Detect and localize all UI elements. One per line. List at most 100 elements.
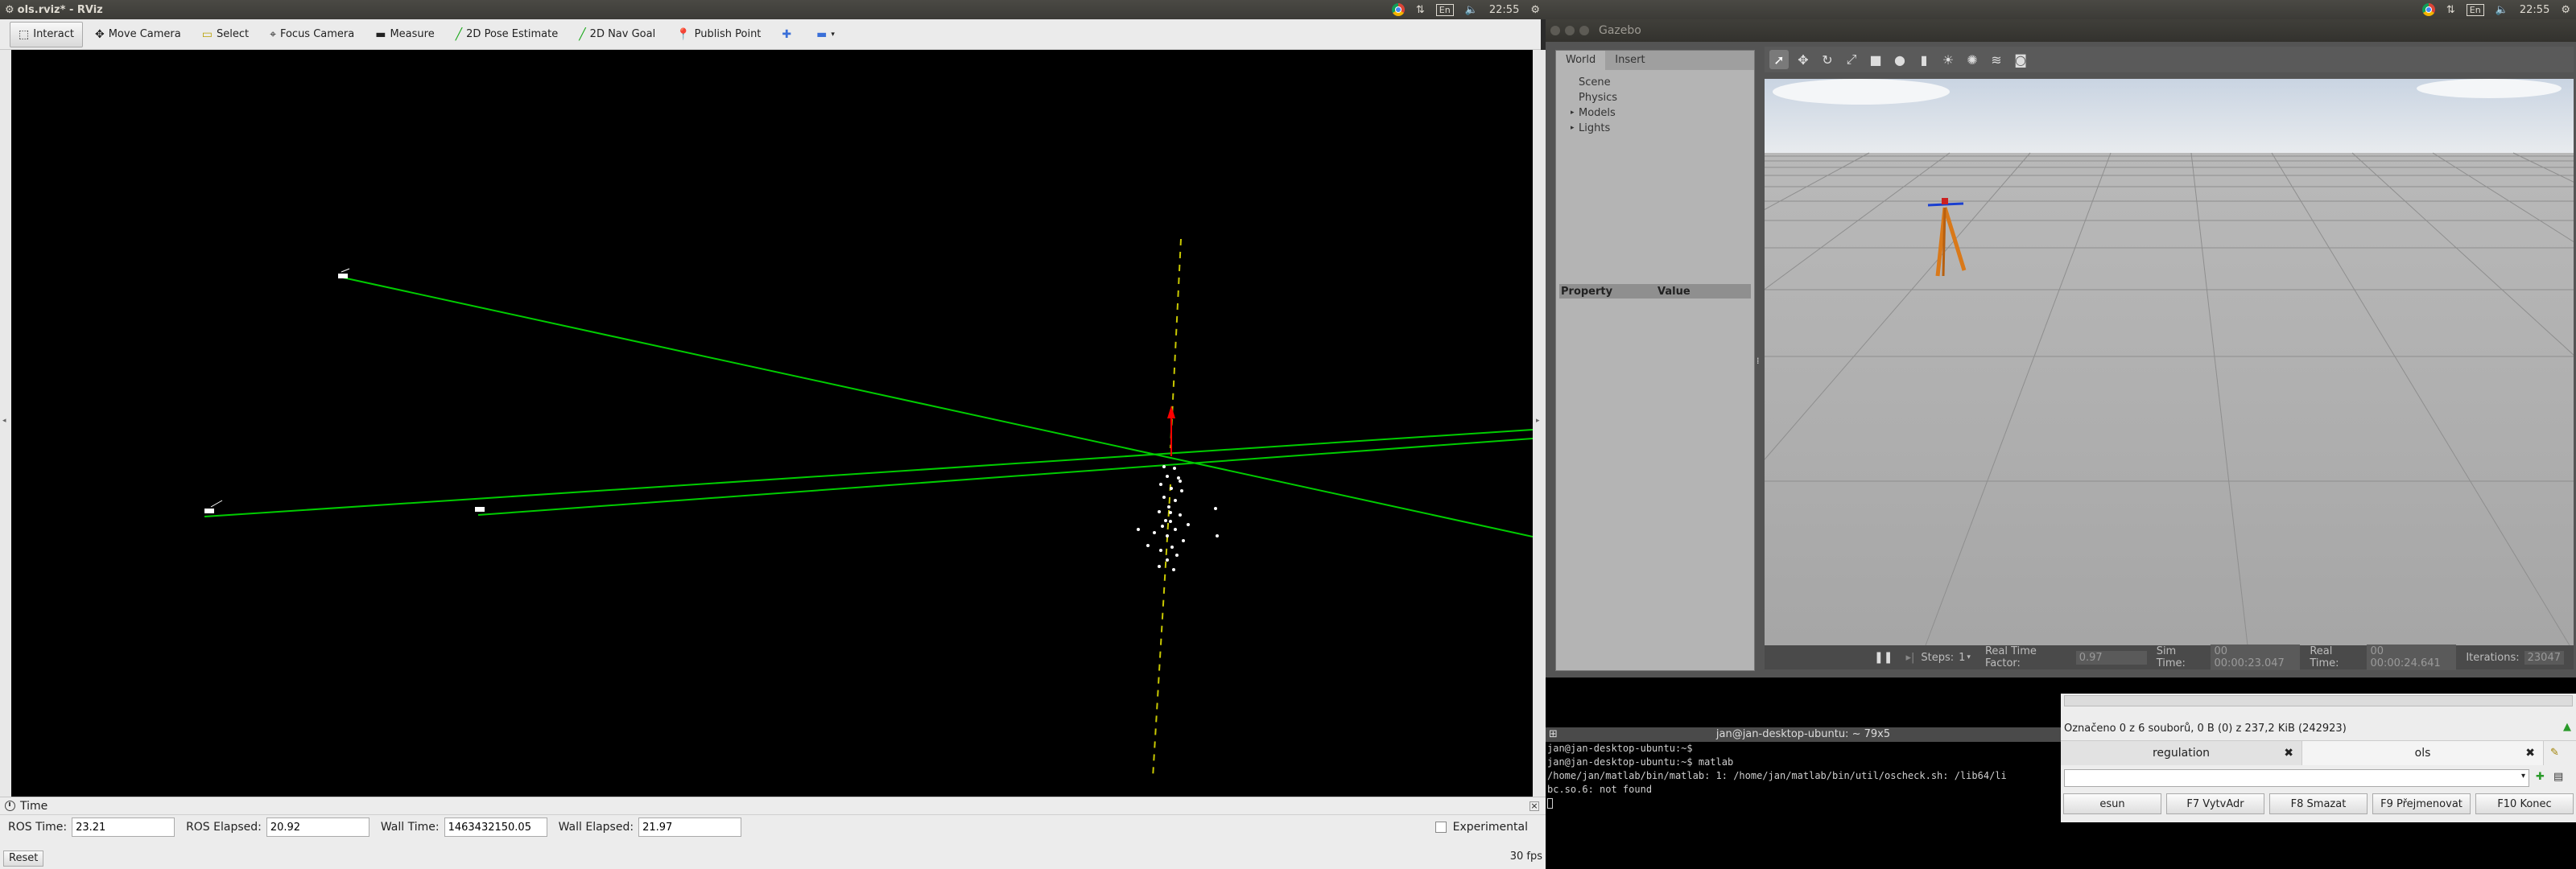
tab-world[interactable]: World bbox=[1556, 51, 1606, 70]
interact-tool-button[interactable]: ⬚ Interact bbox=[10, 21, 83, 47]
add-tool-button[interactable]: ✚ bbox=[773, 22, 804, 47]
fkey-delete-button[interactable]: F8 Smazat bbox=[2269, 793, 2368, 814]
right-dock-collapse[interactable]: ▸ bbox=[1533, 50, 1546, 798]
add-icon[interactable]: ✚ bbox=[2536, 771, 2545, 783]
maximize-window-button[interactable] bbox=[1579, 26, 1589, 35]
volume-icon[interactable]: 🔈 bbox=[1465, 4, 1478, 16]
clock[interactable]: 22:55 bbox=[2520, 4, 2549, 16]
steps-dropdown-icon[interactable]: ▾ bbox=[1967, 653, 1971, 661]
minimize-window-button[interactable] bbox=[1565, 26, 1575, 35]
select-mode-icon[interactable]: ➚ bbox=[1769, 50, 1789, 69]
spot-light-icon[interactable]: ✺ bbox=[1963, 50, 1982, 69]
volume-icon[interactable]: 🔈 bbox=[2496, 4, 2508, 16]
close-window-button[interactable] bbox=[1550, 26, 1560, 35]
clock[interactable]: 22:55 bbox=[1489, 4, 1519, 16]
terminal-output[interactable]: jan@jan-desktop-ubuntu:~$ jan@jan-desktop… bbox=[1546, 742, 2061, 869]
remove-tool-button[interactable]: ▬ ▾ bbox=[807, 22, 844, 47]
ros-elapsed-field[interactable] bbox=[266, 818, 369, 837]
horizontal-scrollbar[interactable] bbox=[2064, 695, 2573, 706]
tab-regulation[interactable]: regulation ✖ bbox=[2061, 741, 2302, 765]
tree-item-scene[interactable]: Scene bbox=[1579, 75, 1754, 90]
terminal-line: bc.so.6: not found bbox=[1547, 784, 1653, 795]
terminal-line: jan@jan-desktop-ubuntu:~$ bbox=[1547, 743, 1693, 754]
wall-time-field[interactable] bbox=[444, 818, 547, 837]
chrome-icon[interactable] bbox=[1391, 3, 1405, 16]
gazebo-toolbar: ➚ ✥ ↻ ⤢ ■ ● ▮ ☀ ✺ ≋ ◙ bbox=[1765, 47, 2574, 72]
sphere-shape-icon[interactable]: ● bbox=[1890, 50, 1909, 69]
focus-camera-icon: ⌖ bbox=[270, 27, 276, 41]
translate-mode-icon[interactable]: ✥ bbox=[1794, 50, 1813, 69]
measure-tool-button[interactable]: ▬ Measure bbox=[366, 22, 443, 47]
pose-estimate-tool-button[interactable]: ╱ 2D Pose Estimate bbox=[447, 22, 568, 47]
close-icon[interactable]: × bbox=[1530, 801, 1539, 811]
reset-button[interactable]: Reset bbox=[3, 850, 44, 867]
gazebo-tabs: World Insert bbox=[1556, 51, 1754, 70]
settings-icon[interactable]: ⚙ bbox=[0, 4, 14, 16]
scale-mode-icon[interactable]: ⤢ bbox=[1842, 50, 1861, 69]
tree-item-lights[interactable]: Lights bbox=[1571, 121, 1754, 136]
tree-item-models[interactable]: Models bbox=[1571, 105, 1754, 121]
point-cloud bbox=[1137, 465, 1219, 571]
fkey-quit-button[interactable]: F10 Konec bbox=[2475, 793, 2574, 814]
chrome-icon[interactable] bbox=[2421, 3, 2435, 16]
top-panel-right: ⇅ En 🔈 22:55 ⚙ bbox=[1546, 0, 2576, 19]
step-icon[interactable]: ▸| bbox=[1905, 652, 1914, 664]
edit-icon[interactable]: ✎ bbox=[2550, 747, 2559, 759]
fkey-rename-button[interactable]: F9 Přejmenovat bbox=[2372, 793, 2471, 814]
fkey-mkdir-button[interactable]: F7 VytvAdr bbox=[2166, 793, 2264, 814]
cylinder-shape-icon[interactable]: ▮ bbox=[1914, 50, 1934, 69]
steps-value[interactable]: 1 bbox=[1959, 652, 1965, 664]
real-time-factor-label: Real Time Factor: bbox=[1984, 645, 2037, 669]
ros-time-field[interactable] bbox=[72, 818, 175, 837]
keyboard-layout-indicator[interactable]: En bbox=[1435, 3, 1454, 16]
point-light-icon[interactable]: ☀ bbox=[1938, 50, 1958, 69]
terminal-menu-icon[interactable]: ⊞ bbox=[1549, 727, 1558, 742]
screenshot-icon[interactable]: ◙ bbox=[2011, 50, 2030, 69]
rviz-3d-view[interactable] bbox=[11, 50, 1534, 798]
function-key-bar: esun F7 VytvAdr F8 Smazat F9 Přejmenovat… bbox=[2061, 793, 2576, 814]
wall-elapsed-field[interactable] bbox=[638, 818, 742, 837]
panel-splitter-handle[interactable]: ⁞ bbox=[1757, 356, 1760, 366]
terminal-line: jan@jan-desktop-ubuntu:~$ matlab bbox=[1547, 756, 1734, 768]
chevron-down-icon[interactable]: ▾ bbox=[2521, 772, 2525, 780]
gear-icon[interactable]: ⚙ bbox=[2561, 4, 2570, 16]
gear-icon[interactable]: ⚙ bbox=[1530, 4, 1540, 16]
terminal-line: /home/jan/matlab/bin/matlab: 1: /home/ja… bbox=[1547, 770, 2007, 781]
command-line-input[interactable]: ▾ bbox=[2064, 769, 2529, 787]
box-shape-icon[interactable]: ■ bbox=[1866, 50, 1885, 69]
nav-goal-tool-button[interactable]: ╱ 2D Nav Goal bbox=[570, 22, 664, 47]
ground-plane bbox=[1765, 153, 2574, 645]
tree-item-physics[interactable]: Physics bbox=[1579, 90, 1754, 105]
robot-marker bbox=[338, 268, 350, 278]
network-icon[interactable]: ⇅ bbox=[2446, 4, 2455, 16]
directional-light-icon[interactable]: ≋ bbox=[1987, 50, 2006, 69]
keyboard-layout-indicator[interactable]: En bbox=[2466, 3, 2484, 16]
robot-marker bbox=[475, 507, 485, 512]
publish-point-tool-button[interactable]: 📍 Publish Point bbox=[667, 22, 770, 47]
up-arrow-icon[interactable]: ▲ bbox=[2563, 721, 2571, 733]
rviz-scene-svg bbox=[204, 238, 1534, 779]
gazebo-window-title: Gazebo bbox=[1599, 24, 1641, 37]
pause-icon[interactable]: ❚❚ bbox=[1874, 651, 1893, 664]
experimental-checkbox[interactable] bbox=[1435, 822, 1447, 833]
tool-label: Select bbox=[216, 28, 250, 40]
move-camera-tool-button[interactable]: ✥ Move Camera bbox=[86, 22, 190, 47]
real-time-value: 00 00:00:24.641 bbox=[2367, 645, 2457, 670]
gazebo-window: World Insert Scene Physics Models Lights… bbox=[1546, 42, 2576, 677]
close-tab-icon[interactable]: ✖ bbox=[2525, 747, 2535, 760]
network-icon[interactable]: ⇅ bbox=[1416, 4, 1425, 16]
focus-camera-tool-button[interactable]: ⌖ Focus Camera bbox=[261, 22, 363, 47]
rotate-mode-icon[interactable]: ↻ bbox=[1818, 50, 1837, 69]
path-line bbox=[342, 277, 1534, 537]
select-tool-button[interactable]: ▭ Select bbox=[193, 22, 258, 47]
close-tab-icon[interactable]: ✖ bbox=[2284, 747, 2293, 760]
tab-ols[interactable]: ols ✖ bbox=[2302, 741, 2544, 765]
terminal-gap bbox=[1546, 677, 2061, 727]
gazebo-3d-view[interactable] bbox=[1765, 79, 2574, 686]
pose-estimate-icon: ╱ bbox=[455, 27, 463, 41]
fkey-move-button[interactable]: esun bbox=[2063, 793, 2161, 814]
tab-insert[interactable]: Insert bbox=[1605, 51, 1654, 70]
terminal-icon[interactable]: ▤ bbox=[2553, 771, 2563, 783]
left-dock-collapse[interactable]: ◂ bbox=[0, 50, 11, 798]
ros-elapsed-label: ROS Elapsed: bbox=[186, 821, 262, 834]
